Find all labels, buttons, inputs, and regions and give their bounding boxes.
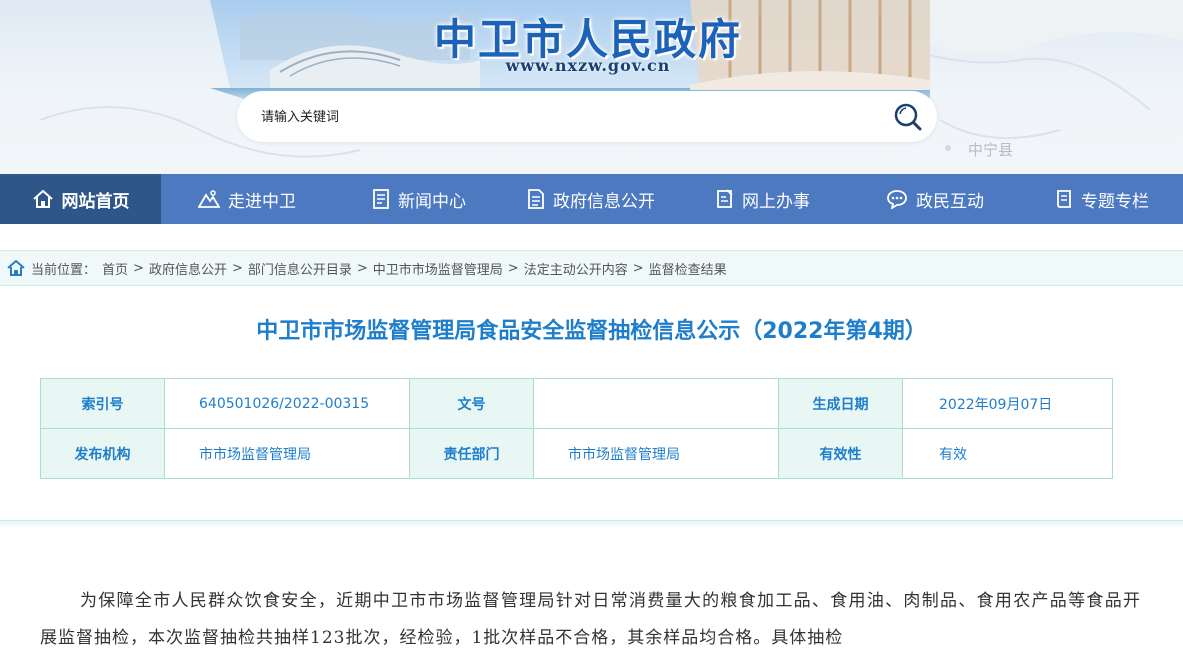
nav-item-gov-info[interactable]: 政府信息公开 bbox=[505, 174, 677, 224]
search-button[interactable] bbox=[890, 99, 926, 135]
nav-item-special[interactable]: 专题专栏 bbox=[1021, 174, 1183, 224]
breadcrumb-gov-info[interactable]: 政府信息公开 bbox=[149, 259, 227, 278]
book-icon bbox=[1057, 190, 1071, 208]
nav-label: 网上办事 bbox=[742, 191, 810, 212]
breadcrumb-dept-catalog[interactable]: 部门信息公开目录 bbox=[248, 259, 352, 278]
edit-document-icon bbox=[717, 189, 733, 208]
nav-item-home[interactable]: 网站首页 bbox=[0, 174, 161, 224]
document-meta-table: 索引号 640501026/2022-00315 文号 生成日期 2022年09… bbox=[40, 378, 1113, 479]
nav-label: 网站首页 bbox=[61, 191, 130, 212]
validity-value: 有效 bbox=[902, 428, 1113, 479]
breadcrumb-statutory[interactable]: 法定主动公开内容 bbox=[524, 259, 628, 278]
nav-label: 专题专栏 bbox=[1081, 191, 1149, 212]
dept-label: 责任部门 bbox=[409, 428, 534, 479]
index-value: 640501026/2022-00315 bbox=[164, 378, 410, 429]
search-bar bbox=[237, 91, 937, 142]
date-value: 2022年09月07日 bbox=[902, 378, 1113, 429]
dept-value: 市市场监督管理局 bbox=[533, 428, 779, 479]
chat-icon bbox=[887, 190, 907, 209]
document-title: 中卫市市场监督管理局食品安全监督抽检信息公示（2022年第4期） bbox=[256, 319, 927, 344]
main-nav: 网站首页 走进中卫 新闻中心 政府信息公开 网上办事 政民互动 专题专栏 bbox=[0, 174, 1183, 224]
document-body: 为保障全市人民群众饮食安全，近期中卫市市场监督管理局针对日常消费量大的粮食加工品… bbox=[40, 591, 1141, 648]
breadcrumb-prefix: 当前位置： bbox=[31, 262, 97, 278]
docno-label: 文号 bbox=[409, 378, 534, 429]
nav-item-news[interactable]: 新闻中心 bbox=[333, 174, 505, 224]
breadcrumb-separator: > bbox=[133, 260, 144, 276]
search-icon bbox=[894, 103, 922, 131]
index-label: 索引号 bbox=[40, 378, 165, 429]
publisher-label: 发布机构 bbox=[40, 428, 165, 479]
site-url: www.nxzw.gov.cn bbox=[505, 56, 671, 75]
table-row: 索引号 640501026/2022-00315 文号 生成日期 2022年09… bbox=[40, 378, 1113, 429]
breadcrumb-separator: > bbox=[632, 260, 644, 276]
breadcrumb: 当前位置： 首页 > 政府信息公开 > 部门信息公开目录 > 中卫市市场监督管理… bbox=[0, 250, 1183, 286]
breadcrumb-separator: > bbox=[231, 260, 243, 276]
breadcrumb-home[interactable]: 首页 bbox=[102, 259, 128, 278]
validity-label: 有效性 bbox=[778, 428, 903, 479]
nav-label: 新闻中心 bbox=[398, 191, 466, 212]
publisher-value: 市市场监督管理局 bbox=[164, 428, 410, 479]
table-row: 发布机构 市市场监督管理局 责任部门 市市场监督管理局 有效性 有效 bbox=[40, 428, 1113, 479]
breadcrumb-results[interactable]: 监督检查结果 bbox=[649, 259, 727, 278]
nav-label: 政府信息公开 bbox=[553, 191, 655, 212]
search-input[interactable] bbox=[259, 105, 863, 129]
list-document-icon bbox=[528, 189, 544, 209]
nav-label: 政民互动 bbox=[916, 191, 984, 212]
breadcrumb-bureau[interactable]: 中卫市市场监督管理局 bbox=[373, 259, 503, 278]
date-label: 生成日期 bbox=[778, 378, 903, 429]
breadcrumb-separator: > bbox=[356, 260, 368, 276]
nav-item-about[interactable]: 走进中卫 bbox=[161, 174, 333, 224]
breadcrumb-separator: > bbox=[507, 260, 519, 276]
section-divider bbox=[0, 520, 1183, 527]
map-label: 中宁县 bbox=[968, 141, 1014, 159]
document-icon bbox=[373, 189, 389, 209]
home-icon bbox=[7, 260, 25, 276]
nav-item-interaction[interactable]: 政民互动 bbox=[849, 174, 1021, 224]
docno-value bbox=[533, 378, 779, 429]
mountain-icon bbox=[198, 190, 220, 208]
nav-label: 走进中卫 bbox=[228, 191, 296, 212]
home-icon bbox=[32, 189, 53, 208]
nav-item-online-service[interactable]: 网上办事 bbox=[677, 174, 849, 224]
site-header: 中卫市人民政府 www.nxzw.gov.cn 中宁县 bbox=[0, 0, 1183, 174]
